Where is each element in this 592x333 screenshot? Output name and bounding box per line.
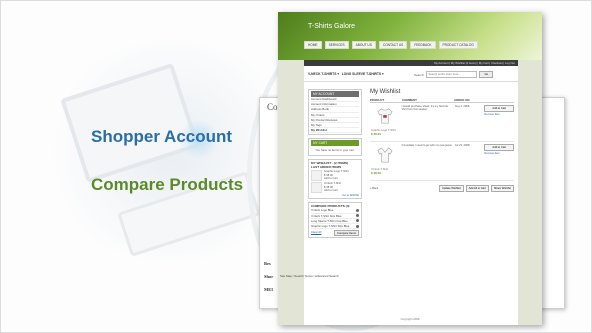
nav-services[interactable]: SERVICES xyxy=(324,41,349,49)
sidebar: MY ACCOUNT Account Dashboard Account Inf… xyxy=(308,89,362,241)
compare-footer: Clear All Compare Items xyxy=(311,230,359,237)
update-wishlist-button[interactable]: Update Wishlist xyxy=(438,185,464,192)
store-header: T-Shirts Galore HOME SERVICES ABOUT US C… xyxy=(278,12,542,60)
compare-items-button[interactable]: Compare Items xyxy=(333,230,359,237)
nav-contact-us[interactable]: CONTACT US xyxy=(378,41,408,49)
column-header: COMMENT xyxy=(402,98,417,102)
compare-item-name[interactable]: V-Neck Logo Blue xyxy=(311,208,333,212)
category-v-neck[interactable]: V-NECK T-SHIRTS xyxy=(308,72,336,76)
product-price: $ 38.00 xyxy=(371,171,382,175)
remove-icon[interactable] xyxy=(356,214,359,218)
nav-product-catalog[interactable]: PRODUCT CATALOG xyxy=(438,41,478,49)
remove-item-link[interactable]: Remove Item xyxy=(484,113,514,116)
wishlist-add-to-cart[interactable]: Add to Cart xyxy=(324,189,341,192)
column-header xyxy=(484,98,514,102)
divider xyxy=(304,81,518,82)
clear-all-link[interactable]: Clear All xyxy=(311,230,321,236)
store-page: V-NECK T-SHIRTS ▾ LONG SLEEVE T-SHIRTS ▾… xyxy=(304,66,518,325)
remove-icon[interactable] xyxy=(356,219,359,223)
store-screenshot-window: T-Shirts Galore HOME SERVICES ABOUT US C… xyxy=(278,12,542,325)
share-wishlist-button[interactable]: Share Wishlist xyxy=(490,185,514,192)
go-to-wishlist-link[interactable]: Go to Wishlist xyxy=(311,194,359,197)
compare-item: Graphic Logo T-Shirt Size Blue xyxy=(311,224,359,230)
wishlist-subtitle: LAST ADDED ITEMS xyxy=(311,165,342,170)
presentation-slide: Shopper Account Compare Products Com Bes… xyxy=(0,0,592,333)
column-header: ADDED ON xyxy=(454,98,470,102)
table-row: V-Neck T-Shirt $ 38.00 Immediate I need … xyxy=(370,142,514,181)
wishlist-sidebar-item: V-Neck T-Shirt $ 38.00 Add to Cart xyxy=(311,182,359,194)
category-nav: V-NECK T-SHIRTS ▾ LONG SLEEVE T-SHIRTS ▾ xyxy=(308,72,384,76)
nav-home[interactable]: HOME xyxy=(304,41,322,49)
page-title: My Wishlist xyxy=(370,89,401,95)
table-row: Graphic Logo T-Shirt $ 38.00 I would pur… xyxy=(370,103,514,142)
footer-links[interactable]: Site Map | Search Terms | Advanced Searc… xyxy=(280,274,339,278)
tshirt-icon[interactable] xyxy=(376,108,394,124)
search-input[interactable]: Search entire store here... xyxy=(426,71,478,78)
slide-headline: Shopper Account xyxy=(91,127,233,146)
nav-about-us[interactable]: ABOUT US xyxy=(351,41,376,49)
search-label: Search: xyxy=(414,72,425,77)
product-thumbnail[interactable] xyxy=(311,170,322,182)
add-all-to-cart-button[interactable]: Add All to Cart xyxy=(465,185,489,192)
search-go-button[interactable]: Go xyxy=(479,71,494,78)
tshirt-icon[interactable] xyxy=(376,147,394,163)
added-on-date: Aug 4, 2008 xyxy=(454,105,470,108)
store-nav: HOME SERVICES ABOUT US CONTACT US FEEDBA… xyxy=(304,41,478,49)
add-to-cart-button[interactable]: Add to Cart xyxy=(484,144,514,151)
remove-icon[interactable] xyxy=(356,208,359,212)
wishlist-sidebar-item: Graphic Logo T-Shirt $ 38.00 Add to Cart xyxy=(311,170,359,182)
added-on-date: Jul 23, 2008 xyxy=(454,144,470,147)
compare-item-name[interactable]: V-Neck T-Shirt Size Blue xyxy=(311,214,342,218)
back-label: MEI xyxy=(264,287,273,292)
category-long-sleeve[interactable]: LONG SLEEVE T-SHIRTS xyxy=(342,72,381,76)
compare-item-name[interactable]: Long Sleeve T-Shirt Cap Blue xyxy=(311,219,348,223)
wishlist-actions: « Back Update Wishlist Add All to Cart S… xyxy=(370,185,514,192)
wishlist-add-to-cart[interactable]: Add to Cart xyxy=(324,177,349,180)
back-link[interactable]: « Back xyxy=(370,187,378,190)
my-account-box: MY ACCOUNT Account Dashboard Account Inf… xyxy=(308,89,362,136)
wishlist-main: My Wishlist PRODUCT COMMENT ADDED ON Gra… xyxy=(370,89,514,192)
remove-icon[interactable] xyxy=(356,224,359,228)
compare-item-name[interactable]: Graphic Logo T-Shirt Size Blue xyxy=(311,224,349,228)
copyright: Copyright 2008 xyxy=(400,317,420,321)
search-bar: Search: Search entire store here... Go xyxy=(414,71,494,78)
remove-item-link[interactable]: Remove Item xyxy=(484,152,514,155)
wishlist-comment[interactable]: Immediate I need to go with my new jeans… xyxy=(402,144,455,178)
column-header: PRODUCT xyxy=(370,98,385,102)
add-to-cart-button[interactable]: Add to Cart xyxy=(484,105,514,112)
my-cart-box: MY CART You have no items in your cart. xyxy=(308,138,362,157)
store-logo[interactable]: T-Shirts Galore xyxy=(308,23,355,30)
product-price: $ 38.00 xyxy=(371,132,382,136)
back-label: Shor xyxy=(264,274,274,279)
compare-products-box: COMPARE PRODUCTS (4) V-Neck Logo Blue V-… xyxy=(308,202,362,239)
slide-subheadline: Compare Products xyxy=(91,175,244,194)
account-links[interactable]: My Account | My Wishlist (2 items) | My … xyxy=(434,61,515,65)
cart-empty-message: You have no items in your cart. xyxy=(315,148,355,153)
sidebar-item-active[interactable]: My Wishlist xyxy=(311,128,359,134)
nav-feedback[interactable]: FEEDBACK xyxy=(410,41,436,49)
product-thumbnail[interactable] xyxy=(311,182,322,194)
back-label: Bes xyxy=(264,261,271,266)
wishlist-comment[interactable]: I would purchase sheet. It's my favorite… xyxy=(402,105,455,139)
my-wishlist-box: MY WISHLIST - (2 ITEMS) LAST ADDED ITEMS… xyxy=(308,159,362,200)
